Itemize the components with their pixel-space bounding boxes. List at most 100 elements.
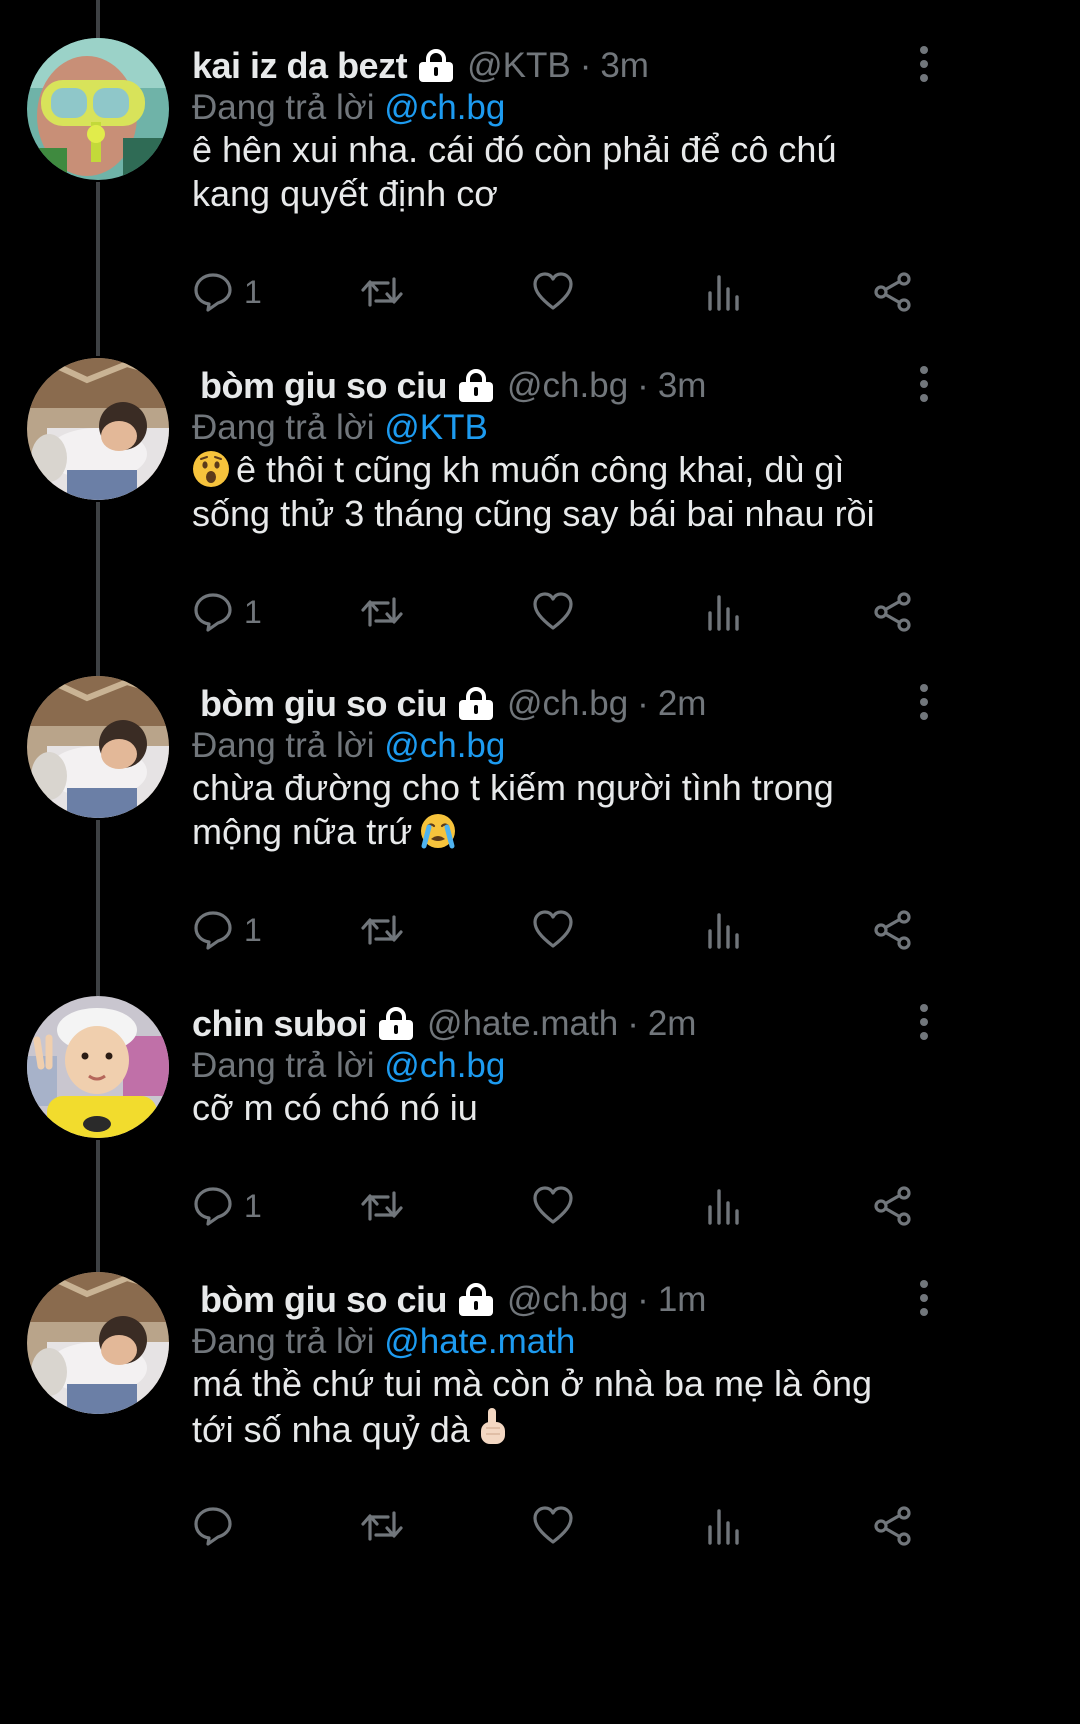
retweet-button[interactable] (358, 590, 406, 634)
reply-button[interactable] (192, 1504, 244, 1548)
views-button[interactable] (706, 270, 742, 314)
views-icon (708, 913, 739, 949)
tweet[interactable]: kai iz da bezt @KTB · 3m Đang trả lời @c… (0, 0, 982, 318)
mention-link[interactable]: @KTB (384, 408, 488, 447)
mention-link[interactable]: @ch.bg (384, 1046, 505, 1085)
text-line: sống thử 3 tháng cũng say bái bai nhau r… (192, 493, 875, 534)
timestamp[interactable]: 2m (658, 684, 707, 724)
share-icon (874, 1186, 911, 1226)
separator-dot: · (637, 684, 649, 723)
text-line: kang quyết định cơ (192, 173, 498, 214)
reply-count: 1 (244, 593, 262, 630)
views-icon (708, 595, 739, 631)
avatar-image-sleeping-child (27, 358, 169, 500)
display-name[interactable]: bòm giu so ciu (200, 1279, 448, 1321)
user-handle[interactable]: @KTB (467, 46, 571, 86)
reply-button[interactable]: 1 (192, 1184, 262, 1228)
avatar[interactable] (27, 676, 169, 818)
avatar[interactable] (27, 1272, 169, 1414)
avatar-image-child-white-hat (27, 996, 169, 1138)
share-icon (874, 272, 911, 312)
like-button[interactable] (532, 590, 574, 634)
user-handle[interactable]: @ch.bg (507, 1280, 628, 1320)
retweet-button[interactable] (358, 1184, 406, 1228)
retweet-icon (361, 277, 403, 307)
tweet[interactable]: bòm giu so ciu @ch.bg · 3m Đang trả lời … (0, 320, 982, 638)
heart-icon (533, 1506, 573, 1544)
display-name[interactable]: chin suboi (192, 1003, 368, 1045)
display-name[interactable]: bòm giu so ciu (200, 365, 448, 407)
tweet[interactable]: bòm giu so ciu @ch.bg · 2m Đang trả lời … (0, 638, 982, 956)
separator-dot: · (627, 1004, 639, 1043)
retweet-icon (361, 1191, 403, 1221)
share-button[interactable] (872, 1504, 914, 1548)
views-button[interactable] (706, 1184, 742, 1228)
mention-link[interactable]: @ch.bg (384, 726, 505, 765)
more-options-icon[interactable] (906, 678, 942, 726)
replying-prefix: Đang trả lời (192, 1046, 375, 1085)
more-options-icon[interactable] (906, 360, 942, 408)
lock-icon (377, 1007, 415, 1041)
display-name[interactable]: bòm giu so ciu (200, 683, 448, 725)
more-options-icon[interactable] (906, 998, 942, 1046)
retweet-button[interactable] (358, 270, 406, 314)
timestamp[interactable]: 3m (600, 46, 649, 86)
user-handle[interactable]: @ch.bg (507, 684, 628, 724)
reply-count: 1 (244, 273, 262, 310)
share-button[interactable] (872, 908, 914, 952)
more-options-icon[interactable] (906, 40, 942, 88)
surprised-face-emoji (193, 451, 229, 487)
lock-icon (457, 369, 495, 403)
mention-link[interactable]: @hate.math (384, 1322, 575, 1361)
share-button[interactable] (872, 1184, 914, 1228)
text-line-content: ê thôi t cũng kh muốn công khai, dù gì (236, 449, 845, 490)
user-handle[interactable]: @ch.bg (507, 366, 628, 406)
tweet[interactable]: chin suboi @hate.math · 2m Đang trả lời … (0, 958, 982, 1276)
more-options-icon[interactable] (906, 1274, 942, 1322)
reply-icon (194, 273, 232, 312)
replying-prefix: Đang trả lời (192, 1322, 375, 1361)
reply-icon (194, 911, 232, 950)
pointing-up-hand-emoji (480, 1408, 505, 1444)
tweet-text: ê thôi t cũng kh muốn công khai, dù gì s… (192, 448, 932, 536)
like-button[interactable] (532, 1504, 574, 1548)
share-icon (874, 1506, 911, 1546)
share-icon (874, 592, 911, 632)
tweet-text: má thề chứ tui mà còn ở nhà ba mẹ là ông… (192, 1362, 932, 1452)
separator-dot: · (637, 1280, 649, 1319)
reply-button[interactable]: 1 (192, 270, 262, 314)
action-bar: 1 (192, 590, 932, 634)
separator-dot: · (579, 46, 592, 85)
like-button[interactable] (532, 270, 574, 314)
text-line: má thề chứ tui mà còn ở nhà ba mẹ là ông (192, 1363, 873, 1404)
display-name[interactable]: kai iz da bezt (192, 45, 408, 87)
views-icon (708, 1509, 739, 1545)
text-line: chừa đường cho t kiếm người tình trong (192, 767, 834, 808)
avatar-image-sleeping-child (27, 1272, 169, 1414)
timestamp[interactable]: 3m (658, 366, 707, 406)
replying-prefix: Đang trả lời (192, 88, 375, 127)
like-button[interactable] (532, 908, 574, 952)
views-button[interactable] (706, 1504, 742, 1548)
tweet[interactable]: bòm giu so ciu @ch.bg · 1m Đang trả lời … (0, 1234, 982, 1568)
text-line-content: tới số nha quỷ dà (192, 1409, 470, 1450)
retweet-button[interactable] (358, 908, 406, 952)
reply-button[interactable]: 1 (192, 908, 262, 952)
timestamp[interactable]: 2m (648, 1004, 697, 1044)
text-line: ê thôi t cũng kh muốn công khai, dù gì (192, 448, 932, 492)
like-button[interactable] (532, 1184, 574, 1228)
user-handle[interactable]: @hate.math (427, 1004, 618, 1044)
mention-link[interactable]: @ch.bg (384, 88, 505, 127)
views-button[interactable] (706, 590, 742, 634)
retweet-button[interactable] (358, 1504, 406, 1548)
text-line: ê hên xui nha. cái đó còn phải để cô chú (192, 129, 837, 170)
share-button[interactable] (872, 590, 914, 634)
views-button[interactable] (706, 908, 742, 952)
reply-button[interactable]: 1 (192, 590, 262, 634)
heart-icon (533, 272, 573, 310)
share-button[interactable] (872, 270, 914, 314)
avatar[interactable] (27, 996, 169, 1138)
timestamp[interactable]: 1m (658, 1280, 707, 1320)
avatar[interactable] (27, 38, 169, 180)
avatar[interactable] (27, 358, 169, 500)
